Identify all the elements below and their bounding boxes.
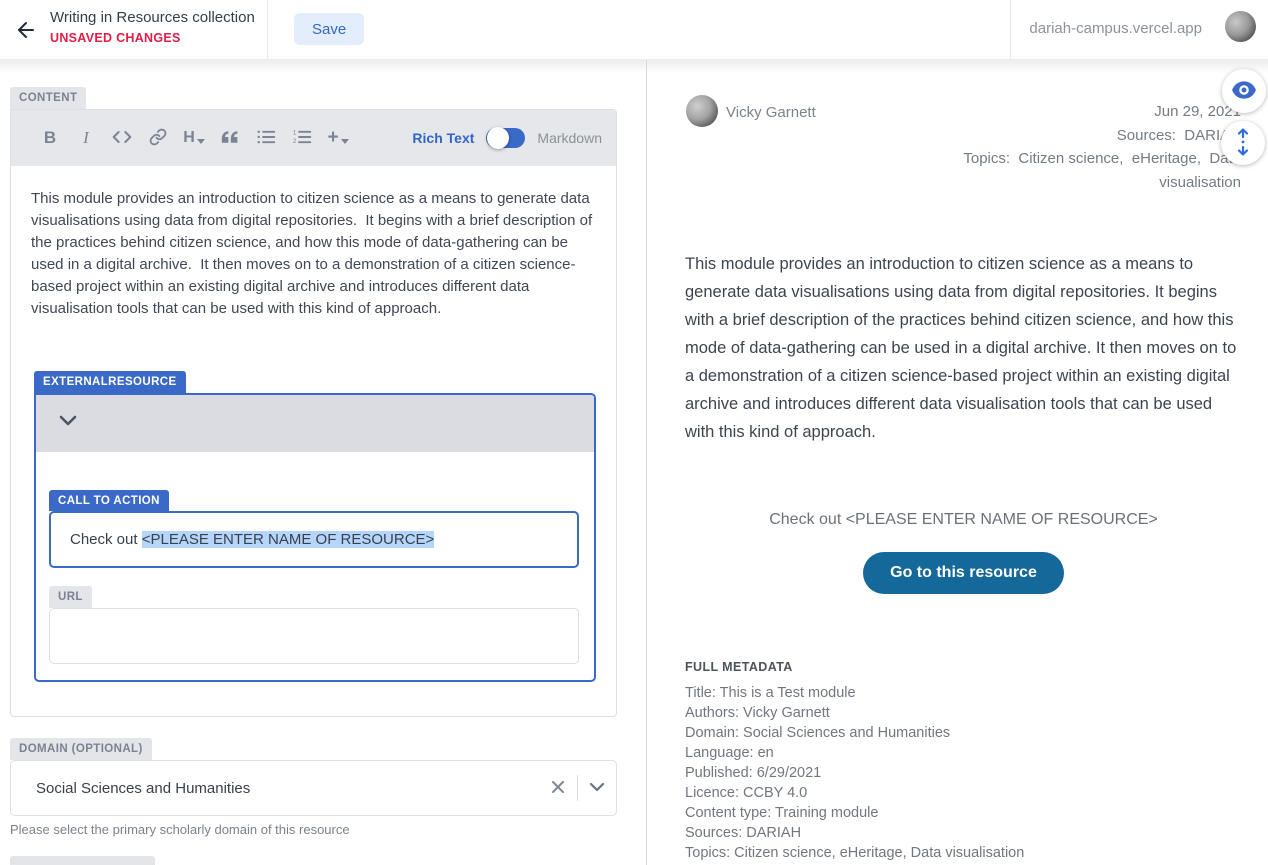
preview-paragraph: This module provides an introduction to … (685, 250, 1242, 446)
external-resource-fields: CALL TO ACTION Check out <PLEASE ENTER N… (36, 452, 594, 680)
numbered-list-button[interactable]: 12 (289, 125, 315, 151)
sources-line: Sources: DARIAH (963, 124, 1241, 148)
metadata-row: Language: en (685, 743, 1024, 763)
editor-pane: CONTENT B I H 12 + (0, 60, 646, 865)
page-title: Writing in Resources collection (50, 9, 255, 26)
quote-icon (221, 130, 239, 147)
link-button[interactable] (145, 125, 171, 151)
call-to-action-input[interactable]: Check out <PLEASE ENTER NAME OF RESOURCE… (49, 511, 579, 568)
metadata-row: Authors: Vicky Garnett (685, 703, 1024, 723)
editor-mode-switch: Rich Text Markdown (412, 128, 602, 148)
italic-button[interactable]: I (73, 125, 99, 151)
numbered-list-icon: 12 (293, 129, 312, 148)
unsaved-changes-status: UNSAVED CHANGES (50, 31, 255, 45)
full-metadata-heading: FULL METADATA (685, 660, 793, 674)
preview-pane: Vicky Garnett Jun 29, 2021 Sources: DARI… (647, 60, 1268, 865)
topics-line: Topics: Citizen science, eHeritage, Data (963, 147, 1241, 171)
author-avatar (686, 95, 718, 127)
domain-field-label: DOMAIN (OPTIONAL) (10, 738, 152, 760)
domain-hint: Please select the primary scholarly doma… (10, 822, 350, 837)
chevron-down-icon (589, 781, 605, 796)
topbar-divider (1010, 0, 1011, 60)
svg-text:2: 2 (293, 139, 297, 145)
domain-select[interactable]: Social Sciences and Humanities (10, 760, 617, 816)
next-field-label-partial (10, 856, 155, 865)
publish-date: Jun 29, 2021 (963, 100, 1241, 124)
rich-text-toolbar: B I H 12 + (11, 110, 616, 166)
selected-text: <PLEASE ENTER NAME OF RESOURCE> (142, 531, 435, 548)
caret-down-icon (197, 139, 205, 144)
markdown-mode-label[interactable]: Markdown (537, 130, 602, 146)
pane-top-shadow (647, 60, 1268, 73)
url-label: URL (49, 586, 92, 608)
toggle-knob (487, 127, 509, 149)
rich-text-body[interactable]: This module provides an introduction to … (11, 166, 616, 682)
add-component-button[interactable]: + (325, 125, 351, 151)
metadata-row: Published: 6/29/2021 (685, 763, 1024, 783)
caret-down-icon (341, 139, 349, 144)
external-resource-block: EXTERNALRESOURCE CALL TO ACTION Check ou… (34, 371, 596, 682)
quote-button[interactable] (217, 125, 243, 151)
mode-toggle[interactable] (486, 128, 525, 148)
eye-icon (1231, 80, 1257, 103)
dropdown-button[interactable] (578, 761, 616, 815)
call-to-action-label: CALL TO ACTION (49, 490, 169, 512)
preview-cta-text: Check out <PLEASE ENTER NAME OF RESOURCE… (685, 511, 1242, 529)
close-icon (551, 780, 565, 797)
url-input[interactable] (49, 608, 579, 664)
code-icon (112, 129, 132, 148)
clear-selection-button[interactable] (539, 761, 577, 815)
toggle-preview-button[interactable] (1222, 69, 1266, 113)
content-field-label: CONTENT (10, 87, 86, 109)
metadata-row: Topics: Citizen science, eHeritage, Data… (685, 843, 1024, 863)
bulleted-list-icon (257, 129, 276, 148)
heading-button[interactable]: H (181, 125, 207, 151)
pane-top-shadow (0, 60, 646, 73)
full-metadata-list: Title: This is a Test module Authors: Vi… (685, 683, 1024, 863)
bulleted-list-button[interactable] (253, 125, 279, 151)
rich-text-mode-label[interactable]: Rich Text (412, 130, 474, 146)
user-avatar[interactable] (1225, 11, 1256, 42)
external-resource-label: EXTERNALRESOURCE (34, 371, 186, 393)
metadata-row: Sources: DARIAH (685, 823, 1024, 843)
external-resource-collapse-header[interactable] (36, 395, 594, 452)
go-to-resource-button[interactable]: Go to this resource (863, 552, 1064, 594)
link-icon (149, 128, 167, 149)
title-block: Writing in Resources collection UNSAVED … (50, 9, 255, 45)
metadata-row: Title: This is a Test module (685, 683, 1024, 703)
metadata-row: Content type: Training module (685, 803, 1024, 823)
save-button[interactable]: Save (294, 13, 364, 45)
metadata-row: Licence: CCBY 4.0 (685, 783, 1024, 803)
preview-meta: Jun 29, 2021 Sources: DARIAH Topics: Cit… (963, 100, 1241, 194)
arrow-left-icon (14, 30, 38, 45)
rich-text-widget: B I H 12 + (10, 109, 617, 717)
site-link[interactable]: dariah-campus.vercel.app (1029, 20, 1202, 37)
code-button[interactable] (109, 125, 135, 151)
editor-paragraph[interactable]: This module provides an introduction to … (31, 188, 596, 320)
svg-text:1: 1 (293, 130, 297, 136)
back-button[interactable] (12, 17, 40, 45)
topbar-divider (267, 0, 268, 60)
bold-button[interactable]: B (37, 125, 63, 151)
sync-scroll-button[interactable] (1221, 121, 1265, 165)
metadata-row: Domain: Social Sciences and Humanities (685, 723, 1024, 743)
url-field: URL (49, 586, 580, 664)
topics-line-wrap: visualisation (963, 171, 1241, 195)
preview-button-row: Go to this resource (685, 552, 1242, 594)
author-name: Vicky Garnett (726, 104, 816, 121)
domain-selected-value: Social Sciences and Humanities (36, 780, 250, 797)
top-bar: Writing in Resources collection UNSAVED … (0, 0, 1268, 60)
chevron-down-icon (58, 414, 78, 433)
external-resource-widget: CALL TO ACTION Check out <PLEASE ENTER N… (34, 393, 596, 682)
scroll-sync-icon (1234, 128, 1252, 159)
